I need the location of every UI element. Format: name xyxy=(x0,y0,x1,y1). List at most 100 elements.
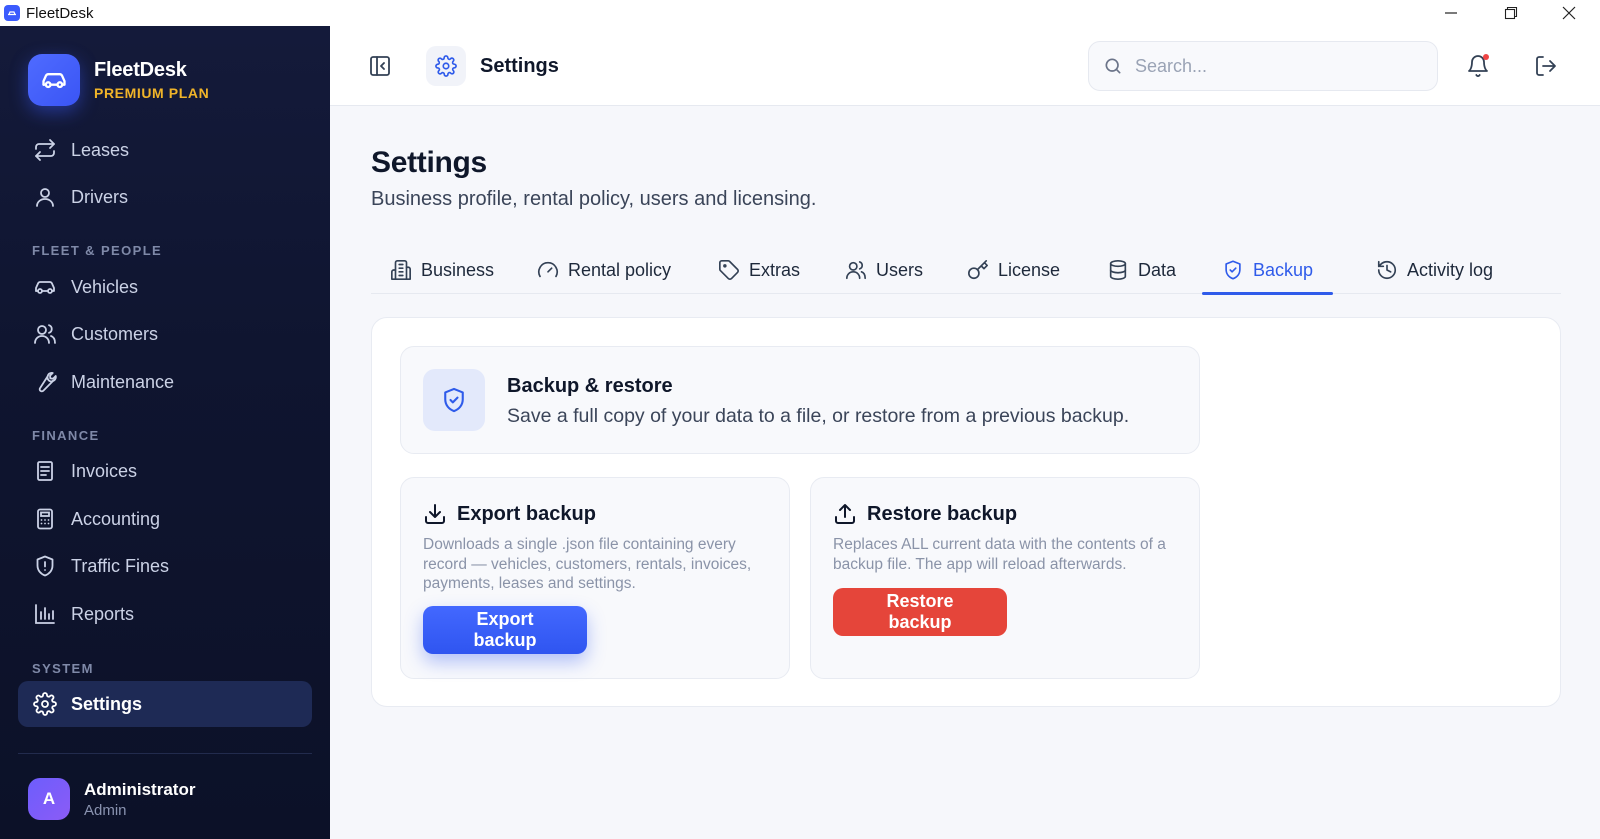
sidebar-item-label: Drivers xyxy=(71,186,128,207)
page-title: Settings xyxy=(371,146,487,179)
sidebar-item-invoices[interactable]: Invoices xyxy=(18,448,312,494)
app-icon xyxy=(4,5,20,21)
car-icon xyxy=(35,281,55,294)
key-icon xyxy=(968,260,988,280)
user-name: Administrator xyxy=(84,779,196,799)
backup-title: Backup & restore xyxy=(507,375,673,397)
sidebar-item-drivers[interactable]: Drivers xyxy=(18,174,312,220)
close-icon[interactable] xyxy=(1546,0,1592,26)
gear-icon xyxy=(426,46,466,86)
calculator-icon xyxy=(37,508,53,530)
window-title: FleetDesk xyxy=(26,4,94,22)
backup-card: Backup & restore Save a full copy of you… xyxy=(371,317,1561,707)
tab-activity-log[interactable]: Activity log xyxy=(1376,246,1493,294)
export-backup-button[interactable]: Export backup xyxy=(423,606,587,654)
tab-label: Business xyxy=(421,259,495,280)
sidebar-item-accounting[interactable]: Accounting xyxy=(18,496,312,542)
shield-check-icon xyxy=(423,369,485,431)
minimize-icon[interactable] xyxy=(1428,0,1474,26)
building-icon xyxy=(391,260,411,280)
wrench-icon xyxy=(38,371,57,393)
plan-badge: PREMIUM PLAN xyxy=(94,85,210,101)
backup-description: Save a full copy of your data to a file,… xyxy=(507,405,1130,427)
sidebar-item-reports[interactable]: Reports xyxy=(18,591,312,637)
tab-license[interactable]: License xyxy=(967,246,1060,294)
sidebar-item-customers[interactable]: Customers xyxy=(18,311,312,357)
search-input[interactable] xyxy=(1135,55,1415,77)
receipt-icon xyxy=(37,461,53,481)
logout-button[interactable] xyxy=(1532,52,1560,80)
history-icon xyxy=(1377,260,1397,280)
tab-label: Backup xyxy=(1253,259,1314,280)
export-panel: Export backup Downloads a single .json f… xyxy=(400,477,790,679)
download-icon xyxy=(425,504,445,524)
sidebar-item-label: Leases xyxy=(71,139,130,160)
car-logo-icon xyxy=(28,54,80,106)
notification-dot xyxy=(1483,54,1489,60)
section-finance: FINANCE xyxy=(32,428,100,443)
top-header: Settings xyxy=(330,26,1600,106)
user-profile[interactable]: A Administrator Admin xyxy=(28,778,195,820)
database-icon xyxy=(1109,260,1127,280)
sidebar-collapse-icon[interactable] xyxy=(366,52,394,80)
page-subtitle: Business profile, rental policy, users a… xyxy=(371,188,817,210)
sidebar-item-label: Traffic Fines xyxy=(71,555,170,576)
restore-icon[interactable] xyxy=(1488,0,1534,26)
tag-icon xyxy=(719,260,739,280)
sidebar: FleetDesk PREMIUM PLAN Leases Drivers FL… xyxy=(0,26,330,839)
sidebar-item-traffic-fines[interactable]: Traffic Fines xyxy=(18,543,312,589)
gauge-icon xyxy=(538,261,558,278)
sidebar-divider xyxy=(18,753,312,754)
restore-title: Restore backup xyxy=(867,502,1018,525)
avatar: A xyxy=(28,778,70,820)
tab-label: Users xyxy=(876,259,924,280)
sidebar-item-settings[interactable]: Settings xyxy=(18,681,312,727)
export-title: Export backup xyxy=(457,502,596,525)
logout-icon xyxy=(1536,56,1556,76)
tab-backup[interactable]: Backup xyxy=(1201,246,1334,295)
restore-description: Replaces ALL current data with the conte… xyxy=(833,536,1166,573)
shield-alert-icon xyxy=(36,555,54,577)
repeat-icon xyxy=(35,139,55,161)
header-title: Settings xyxy=(480,55,559,77)
tab-label: Extras xyxy=(749,259,801,280)
sidebar-item-label: Reports xyxy=(71,603,135,624)
sidebar-item-label: Customers xyxy=(71,323,159,344)
section-system: SYSTEM xyxy=(32,661,94,676)
tab-extras[interactable]: Extras xyxy=(718,246,800,294)
upload-icon xyxy=(835,504,855,524)
users-icon xyxy=(34,324,56,344)
tab-rental-policy[interactable]: Rental policy xyxy=(537,246,671,294)
sidebar-item-label: Settings xyxy=(71,693,143,714)
backup-info-box: Backup & restore Save a full copy of you… xyxy=(400,346,1200,454)
shield-check-icon xyxy=(1225,260,1241,280)
tab-business[interactable]: Business xyxy=(390,246,494,294)
sidebar-item-label: Maintenance xyxy=(71,371,175,392)
sidebar-item-label: Accounting xyxy=(71,508,161,529)
tab-label: License xyxy=(998,259,1061,280)
gear-icon xyxy=(33,692,57,716)
restore-backup-button[interactable]: Restore backup xyxy=(833,588,1007,636)
user-icon xyxy=(36,188,54,207)
notifications-button[interactable] xyxy=(1464,52,1492,80)
sidebar-item-label: Vehicles xyxy=(71,276,139,297)
bar-chart-icon xyxy=(35,604,55,624)
settings-tabs: Business Rental policy Extras Users Lice… xyxy=(371,246,1561,295)
sidebar-item-maintenance[interactable]: Maintenance xyxy=(18,359,312,405)
users-icon xyxy=(846,261,866,280)
section-fleet-people: FLEET & PEOPLE xyxy=(32,243,163,258)
user-role: Admin xyxy=(84,801,127,819)
tab-label: Data xyxy=(1138,259,1177,280)
sidebar-item-vehicles[interactable]: Vehicles xyxy=(18,264,312,310)
tab-label: Activity log xyxy=(1407,259,1494,280)
restore-panel: Restore backup Replaces ALL current data… xyxy=(810,477,1200,679)
window-titlebar: FleetDesk xyxy=(0,0,1600,26)
brand: FleetDesk PREMIUM PLAN xyxy=(28,54,209,106)
tab-label: Rental policy xyxy=(568,259,672,280)
brand-name: FleetDesk xyxy=(94,59,187,81)
tab-data[interactable]: Data xyxy=(1107,246,1176,294)
sidebar-item-leases[interactable]: Leases xyxy=(18,127,312,173)
sidebar-item-label: Invoices xyxy=(71,460,138,481)
search-box[interactable] xyxy=(1088,41,1438,91)
tab-users[interactable]: Users xyxy=(845,246,923,294)
